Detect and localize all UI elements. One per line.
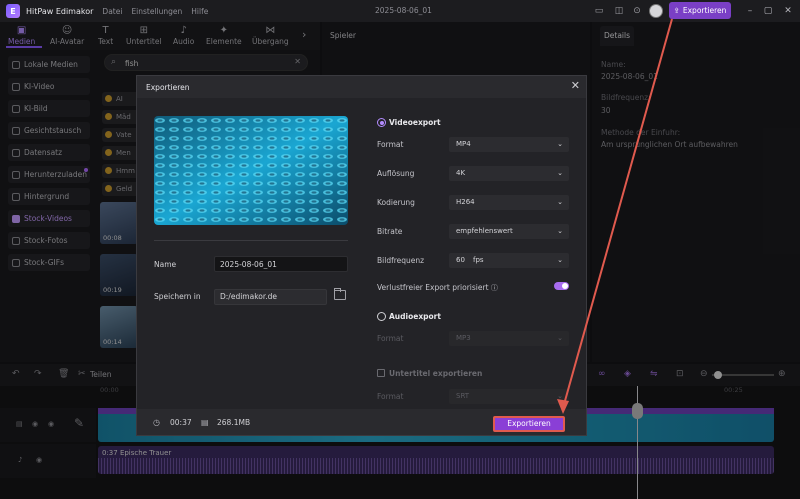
subtitle-format-select[interactable]: SRT ⌄	[449, 389, 569, 404]
save-location-label: Speichern in	[154, 292, 201, 301]
export-top-label: Exportieren	[682, 6, 727, 15]
upload-icon: ⇪	[673, 6, 680, 15]
export-file-size: 268.1MB	[217, 418, 251, 427]
bitrate-select[interactable]: empfehlenswert ⌄	[449, 224, 569, 239]
subtitle-format-value: SRT	[456, 392, 470, 400]
menu-einstellungen[interactable]: Einstellungen	[131, 7, 182, 16]
audio-format-select[interactable]: MP3 ⌄	[449, 331, 569, 346]
export-button[interactable]: Exportieren	[493, 416, 565, 432]
chevron-down-icon: ⌄	[557, 140, 563, 148]
audio-export-title: Audioexport	[389, 312, 441, 321]
encoding-value: H264	[456, 198, 475, 206]
minimize-icon[interactable]: –	[744, 4, 756, 18]
lossless-label: Verlustfreier Export priorisiert ⓘ	[377, 283, 498, 293]
chevron-down-icon: ⌄	[557, 169, 563, 177]
export-duration: 00:37	[170, 418, 192, 427]
chevron-down-icon: ⌄	[557, 334, 563, 342]
app-title: HitPaw Edimakor	[26, 6, 94, 16]
close-icon[interactable]: ✕	[571, 79, 580, 92]
audio-format-value: MP3	[456, 334, 471, 342]
framerate-select[interactable]: 60 fps ⌄	[449, 253, 569, 268]
bitrate-label: Bitrate	[377, 227, 403, 236]
resolution-label: Auflösung	[377, 169, 415, 178]
audio-format-label: Format	[377, 334, 404, 343]
info-icon[interactable]: ⓘ	[491, 284, 498, 292]
bitrate-value: empfehlenswert	[456, 227, 513, 235]
menu-datei[interactable]: Datei	[102, 7, 122, 16]
resolution-value: 4K	[456, 169, 466, 177]
framerate-label: Bildfrequenz	[377, 256, 425, 265]
chevron-down-icon: ⌄	[557, 198, 563, 206]
audio-export-radio[interactable]	[377, 312, 386, 321]
divider	[154, 240, 348, 241]
format-label: Format	[377, 140, 404, 149]
file-size-icon: ▤	[201, 418, 209, 427]
fish-preview	[154, 116, 348, 225]
lossless-toggle[interactable]	[554, 282, 569, 290]
name-label: Name	[154, 260, 177, 269]
chevron-down-icon: ⌄	[557, 256, 563, 264]
export-preview-image	[154, 116, 348, 225]
encoding-select[interactable]: H264 ⌄	[449, 195, 569, 210]
format-select[interactable]: MP4 ⌄	[449, 137, 569, 152]
subtitle-format-label: Format	[377, 392, 404, 401]
video-export-title: Videoexport	[389, 118, 441, 127]
download-icon[interactable]: ⊙	[630, 4, 644, 18]
document-title: 2025-08-06_01	[375, 6, 432, 15]
export-top-button[interactable]: ⇪ Exportieren	[669, 2, 731, 19]
framerate-unit: fps	[473, 256, 484, 264]
subtitle-export-checkbox[interactable]	[377, 369, 385, 377]
avatar[interactable]	[649, 4, 663, 18]
export-dialog: Exportieren ✕ Name Speichern in D:/edima…	[136, 75, 587, 436]
subtitle-export-title: Untertitel exportieren	[389, 369, 483, 378]
clock-icon: ◷	[153, 418, 160, 427]
framerate-value: 60	[456, 256, 465, 264]
menu-hilfe[interactable]: Hilfe	[191, 7, 208, 16]
chevron-down-icon: ⌄	[557, 227, 563, 235]
encoding-label: Kodierung	[377, 198, 415, 207]
layout-icon[interactable]: ▭	[592, 4, 606, 18]
maximize-icon[interactable]: ▢	[762, 4, 774, 18]
format-value: MP4	[456, 140, 471, 148]
dialog-header: Exportieren ✕	[137, 76, 586, 98]
video-export-radio[interactable]	[377, 118, 386, 127]
name-input[interactable]	[214, 256, 348, 272]
close-window-icon[interactable]: ✕	[782, 4, 794, 18]
chevron-down-icon: ⌄	[557, 392, 563, 400]
dialog-title: Exportieren	[146, 83, 190, 92]
app-logo-icon: E	[6, 4, 20, 18]
folder-icon[interactable]	[334, 288, 346, 300]
save-path-field[interactable]: D:/edimakor.de	[214, 289, 327, 305]
lossless-text: Verlustfreier Export priorisiert	[377, 283, 489, 292]
resolution-select[interactable]: 4K ⌄	[449, 166, 569, 181]
feedback-icon[interactable]: ◫	[612, 4, 626, 18]
